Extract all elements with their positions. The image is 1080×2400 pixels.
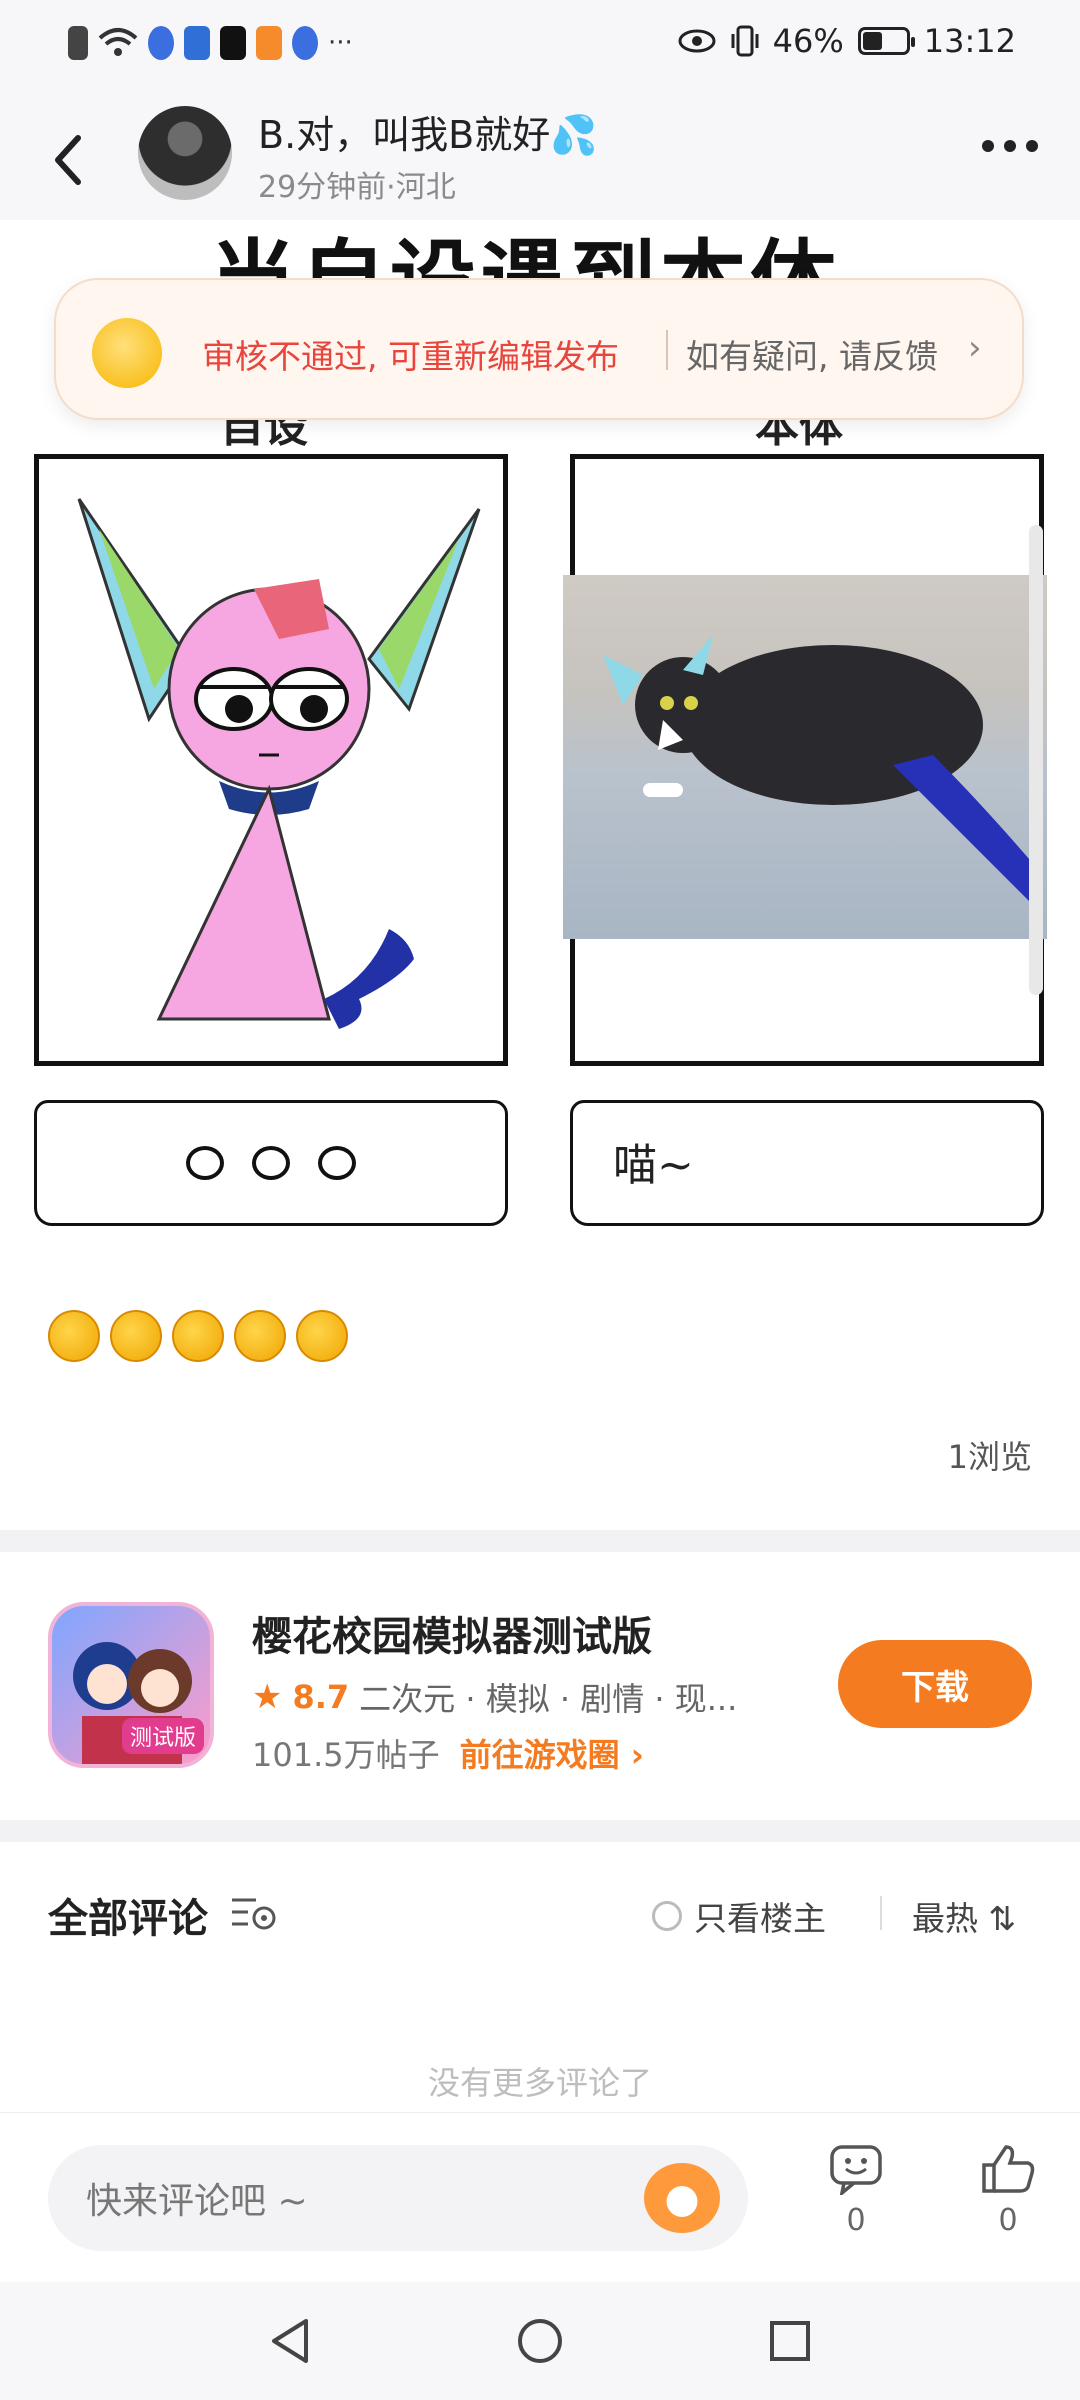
cat-photo: [563, 575, 1047, 939]
tiktok-icon: [220, 26, 246, 60]
speech-bubble-right: 喵~: [570, 1100, 1044, 1226]
view-count: 1浏览: [947, 1438, 1032, 1476]
cat-photo-illustration: [603, 635, 1043, 905]
radio-button[interactable]: [652, 1901, 682, 1931]
section-divider: [0, 1530, 1080, 1552]
app-icon-2: [184, 26, 210, 60]
speech-bubble-left: [34, 1100, 508, 1226]
star-icon: ★: [252, 1677, 283, 1717]
sort-separator: [880, 1896, 882, 1930]
status-bar: ··· 46% 13:12: [0, 0, 1080, 90]
rofl-emoji-icon: [234, 1310, 286, 1362]
comment-input-placeholder: 快来评论吧 ~: [86, 2181, 308, 2222]
nav-back-icon[interactable]: [266, 2315, 314, 2367]
game-app-icon[interactable]: 测试版: [48, 1602, 214, 1768]
more-options-button[interactable]: [982, 140, 1038, 152]
battery-icon: [857, 27, 915, 55]
nav-home-icon[interactable]: [514, 2315, 566, 2367]
video-app-icon: [256, 26, 282, 60]
banner-separator: [666, 330, 668, 370]
app-icon-3: [292, 26, 318, 60]
review-status-banner[interactable]: 审核不通过, 可重新编辑发布 如有疑问, 请反馈 ›: [54, 278, 1024, 420]
speech-text-meow: 喵~: [613, 1140, 694, 1191]
game-name[interactable]: 樱花校园模拟器测试版: [252, 1604, 652, 1662]
vibrate-icon: [731, 25, 759, 57]
nav-recents-icon[interactable]: [766, 2317, 814, 2365]
ellipsis-dot: [186, 1146, 224, 1180]
download-button[interactable]: 下载: [838, 1640, 1032, 1728]
game-tags: 二次元 · 模拟 · 剧情 · 现...: [359, 1680, 738, 1718]
section-divider: [0, 1820, 1080, 1842]
emoji-row: [48, 1310, 348, 1362]
no-more-comments: 没有更多评论了: [427, 2064, 652, 2102]
clock: 13:12: [923, 22, 1016, 60]
only-op-toggle[interactable]: 只看楼主: [652, 1892, 826, 1940]
alert-icon: [68, 26, 88, 60]
oc-drawing-illustration: [77, 498, 481, 1029]
rofl-emoji-icon: [48, 1310, 100, 1362]
username[interactable]: B.对，叫我B就好💦: [258, 104, 598, 159]
mascot-icon[interactable]: [644, 2163, 720, 2233]
like-button[interactable]: 0: [968, 2143, 1048, 2238]
game-stats: 101.5万帖子 前往游戏圈 ›: [252, 1730, 644, 1776]
comic-panel-cat[interactable]: [563, 454, 1047, 1066]
comment-count: 0: [846, 2203, 866, 2238]
post-meta: 29分钟前·河北: [258, 170, 456, 205]
thumbs-up-icon: [982, 2145, 1035, 2193]
photo-scrollbar[interactable]: [1029, 525, 1043, 995]
battery-percent: 46%: [772, 22, 844, 60]
dot-icon: [982, 140, 994, 152]
more-notifications-icon: ···: [328, 28, 353, 58]
review-failed-message: 审核不通过, 可重新编辑发布: [202, 337, 619, 376]
rofl-emoji-icon: [110, 1310, 162, 1362]
rofl-emoji-icon: [172, 1310, 224, 1362]
sort-hot-button[interactable]: 最热 ⇅: [912, 1892, 1016, 1940]
go-to-game-circle-link[interactable]: 前往游戏圈 ›: [460, 1730, 644, 1776]
worried-face-icon: [92, 318, 162, 388]
all-comments-title: 全部评论: [48, 1896, 208, 1942]
comment-count-button[interactable]: 0: [816, 2143, 896, 2238]
post-header: B.对，叫我B就好💦 29分钟前·河北: [0, 90, 1080, 220]
comment-input[interactable]: 快来评论吧 ~: [48, 2145, 748, 2251]
game-post-count: 101.5万帖子: [252, 1736, 440, 1774]
dot-icon: [1026, 140, 1038, 152]
wifi-icon: [98, 28, 138, 56]
like-count: 0: [998, 2203, 1018, 2238]
game-rating: 8.7: [292, 1678, 350, 1716]
avatar[interactable]: [138, 106, 232, 200]
comment-filter-icon[interactable]: [230, 1892, 278, 1932]
system-nav-bar: [0, 2282, 1080, 2400]
game-rating-row: ★ 8.7 二次元 · 模拟 · 剧情 · 现...: [252, 1674, 737, 1720]
app-icon-1: [148, 26, 174, 60]
back-icon[interactable]: [44, 130, 94, 190]
rofl-emoji-icon: [296, 1310, 348, 1362]
chevron-right-icon: ›: [968, 328, 982, 368]
comment-icon: [830, 2145, 882, 2198]
system-status: 46% 13:12: [677, 22, 1016, 60]
notification-icons: ···: [68, 26, 353, 60]
eye-icon: [678, 29, 716, 53]
only-op-label: 只看楼主: [694, 1899, 826, 1938]
feedback-link[interactable]: 如有疑问, 请反馈: [686, 330, 938, 378]
test-version-badge: 测试版: [121, 1718, 204, 1754]
bottom-action-bar: 快来评论吧 ~ 0 0: [0, 2112, 1080, 2283]
comic-panel-oc[interactable]: [34, 454, 508, 1066]
ellipsis-dot: [318, 1146, 356, 1180]
dot-icon: [1004, 140, 1016, 152]
ellipsis-dot: [252, 1146, 290, 1180]
